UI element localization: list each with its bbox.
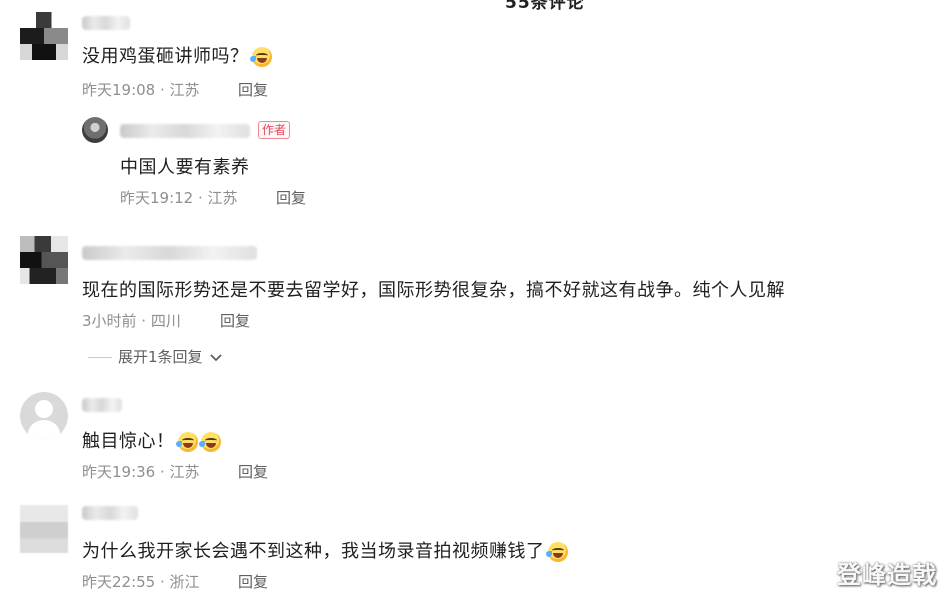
comment-text-content: 为什么我开家长会遇不到这种，我当场录音拍视频赚钱了 <box>82 541 545 562</box>
comment-meta: 昨天19:08 · 江苏 <box>82 81 200 99</box>
laugh-tears-emoji-icon <box>545 542 568 562</box>
username-blurred[interactable] <box>82 398 122 412</box>
comment-text: 触目惊心！ <box>82 427 221 453</box>
username-blurred[interactable] <box>82 506 138 520</box>
comment-meta: 3小时前 · 四川 <box>82 312 181 330</box>
avatar[interactable] <box>20 236 68 284</box>
username-blurred[interactable] <box>82 246 257 260</box>
author-reply-text: 中国人要有素养 <box>120 157 250 178</box>
laugh-tears-emoji-icon <box>249 47 272 67</box>
expand-replies-button[interactable]: 展开1条回复 <box>88 346 223 367</box>
reply-button[interactable]: 回复 <box>238 461 268 482</box>
username-blurred[interactable] <box>82 16 130 30</box>
laugh-tears-emoji-icon <box>198 432 221 452</box>
author-reply-meta: 昨天19:12 · 江苏 <box>120 189 238 207</box>
author-username-blurred[interactable] <box>120 124 250 138</box>
reply-button[interactable]: 回复 <box>238 571 268 592</box>
avatar[interactable] <box>20 392 68 440</box>
avatar[interactable] <box>20 505 68 553</box>
expand-replies-label: 展开1条回复 <box>118 348 203 366</box>
reply-button[interactable]: 回复 <box>276 187 306 208</box>
comment-count-title: 55条评论 <box>505 0 585 13</box>
comment-text: 现在的国际形势还是不要去留学好，国际形势很复杂，搞不好就这有战争。纯个人见解 <box>82 280 785 301</box>
author-avatar[interactable] <box>82 117 108 143</box>
chevron-down-icon <box>210 353 222 361</box>
expand-divider <box>88 357 112 358</box>
comment-text-content: 没用鸡蛋砸讲师吗？ <box>82 46 249 67</box>
comment-text: 没用鸡蛋砸讲师吗？ <box>82 42 272 68</box>
comment-text: 为什么我开家长会遇不到这种，我当场录音拍视频赚钱了 <box>82 537 568 563</box>
watermark: 登峰造戟 <box>837 561 937 589</box>
comment-meta: 昨天19:36 · 江苏 <box>82 463 200 481</box>
comment-meta: 昨天22:55 · 浙江 <box>82 573 200 591</box>
comment-text-content: 触目惊心！ <box>82 431 175 452</box>
laugh-tears-emoji-icon <box>175 432 198 452</box>
author-badge: 作者 <box>258 121 291 139</box>
avatar[interactable] <box>20 12 68 60</box>
reply-button[interactable]: 回复 <box>238 79 268 100</box>
reply-button[interactable]: 回复 <box>220 310 250 331</box>
